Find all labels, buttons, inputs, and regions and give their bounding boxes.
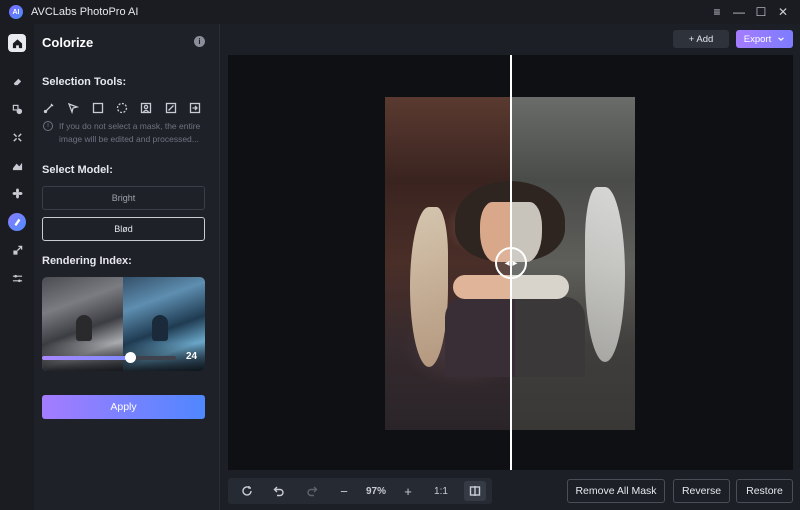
redo-icon[interactable] <box>301 478 323 504</box>
window-controls: ≡ — ☐ ✕ <box>706 0 794 24</box>
girl-arms-colorized <box>453 275 511 299</box>
selection-tools <box>42 101 202 117</box>
home-icon[interactable] <box>8 34 26 52</box>
girl-arms-original <box>511 275 569 299</box>
export-button[interactable]: Export <box>736 30 793 48</box>
eraser-icon[interactable] <box>8 72 26 90</box>
minimize-icon[interactable]: — <box>728 5 750 19</box>
retouch-icon[interactable] <box>8 100 26 118</box>
close-icon[interactable]: ✕ <box>772 5 794 19</box>
colorize-panel: Colorize i Selection Tools: i If you do … <box>34 24 220 510</box>
colorize-icon[interactable] <box>8 213 26 231</box>
reset-view-icon[interactable] <box>236 478 258 504</box>
zoom-out-button[interactable]: − <box>333 478 355 504</box>
selection-hint: If you do not select a mask, the entire … <box>59 121 201 144</box>
compare-handle-icon[interactable]: ◂ ▸ <box>495 247 527 279</box>
actual-size-button[interactable]: 1:1 <box>429 478 453 504</box>
fan-icon[interactable] <box>8 184 26 202</box>
export-label: Export <box>743 33 772 45</box>
zoom-in-button[interactable]: + <box>397 478 419 504</box>
lasso-icon[interactable] <box>66 101 80 115</box>
bottom-toolbar: − 97% + 1:1 <box>228 478 492 504</box>
image-canvas[interactable]: ◂ ▸ <box>228 55 793 470</box>
left-wing <box>410 207 448 367</box>
menu-icon[interactable]: ≡ <box>706 5 728 19</box>
compare-view-icon[interactable] <box>464 481 486 501</box>
app-title: AVCLabs PhotoPro AI <box>31 6 139 18</box>
brush-icon[interactable] <box>42 101 56 115</box>
rendering-index-value: 24 <box>186 351 198 362</box>
background-icon[interactable] <box>8 156 26 174</box>
portrait-select-icon[interactable] <box>139 101 153 115</box>
girl-body <box>445 297 585 377</box>
tool-rail <box>0 24 34 510</box>
rendering-index-label: Rendering Index: <box>42 255 132 267</box>
slider-fill <box>42 356 131 360</box>
adjust-icon[interactable] <box>8 269 26 287</box>
title-bar: AI AVCLabs PhotoPro AI ≡ — ☐ ✕ <box>0 0 800 24</box>
import-mask-icon[interactable] <box>188 101 202 115</box>
zoom-level: 97% <box>365 485 386 497</box>
photo-colorized-half <box>385 97 511 430</box>
chevron-down-icon <box>778 37 785 41</box>
enhance-icon[interactable] <box>8 128 26 146</box>
info-icon[interactable]: i <box>194 36 205 47</box>
selection-tools-label: Selection Tools: <box>42 76 127 88</box>
undo-icon[interactable] <box>268 478 290 504</box>
ellipse-select-icon[interactable] <box>115 101 129 115</box>
reverse-button[interactable]: Reverse <box>673 479 730 503</box>
hint-info-icon: i <box>43 121 53 131</box>
auto-select-icon[interactable] <box>164 101 178 115</box>
apply-button[interactable]: Apply <box>42 395 205 419</box>
maximize-icon[interactable]: ☐ <box>750 5 772 19</box>
right-wing <box>585 187 625 362</box>
rendering-index-slider[interactable] <box>42 352 176 363</box>
add-button[interactable]: + Add <box>673 30 729 48</box>
preview-figure-colorized <box>152 315 168 341</box>
model-blod-button[interactable]: Blød <box>42 217 205 241</box>
upscale-icon[interactable] <box>8 241 26 259</box>
restore-button[interactable]: Restore <box>736 479 793 503</box>
model-bright-button[interactable]: Bright <box>42 186 205 210</box>
remove-all-mask-button[interactable]: Remove All Mask <box>567 479 665 503</box>
panel-title: Colorize <box>42 35 94 50</box>
app-logo-icon: AI <box>9 5 23 19</box>
preview-figure-original <box>76 315 92 341</box>
rectangle-select-icon[interactable] <box>91 101 105 115</box>
select-model-label: Select Model: <box>42 164 113 176</box>
